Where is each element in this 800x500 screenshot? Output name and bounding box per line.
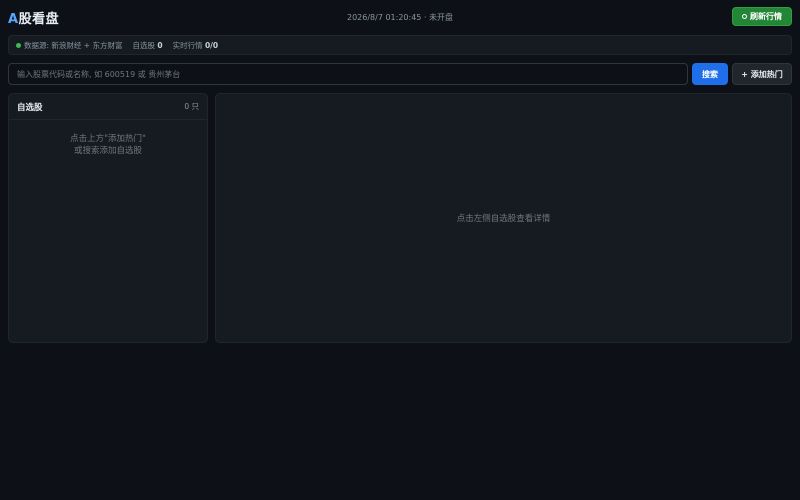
stock-detail-panel: 点击左侧自选股查看详情: [215, 93, 792, 343]
watchlist-panel: 自选股 0 只 点击上方"添加热门" 或搜索添加自选股: [8, 93, 208, 343]
status-bar: 数据源: 新浪财经 + 东方财富 自选股 0 实时行情 0/0: [8, 35, 792, 55]
detail-empty-hint: 点击左侧自选股查看详情: [456, 214, 551, 224]
realtime-label: 实时行情: [172, 40, 203, 50]
app-header: A股看盘 2026/8/7 01:20:45 · 未开盘 刷新行情: [0, 0, 800, 34]
watchlist-empty-line-2: 或搜索添加自选股: [73, 146, 142, 156]
search-row: 搜索 + 添加热门: [8, 63, 792, 85]
refresh-quotes-button[interactable]: 刷新行情: [732, 7, 792, 26]
watchlist-empty-state: 点击上方"添加热门" 或搜索添加自选股: [9, 133, 207, 157]
refresh-button-label: 刷新行情: [750, 12, 782, 21]
data-source-status: 数据源: 新浪财经 + 东方财富: [16, 40, 122, 51]
realtime-status: 实时行情 0/0: [173, 40, 219, 51]
watchlist-header: 自选股 0 只: [9, 94, 207, 120]
data-source-label: 数据源: 新浪财经 + 东方财富: [24, 40, 123, 50]
stock-search-input[interactable]: [8, 63, 688, 85]
status-dot-icon: [16, 43, 21, 48]
watchlist-empty-line-1: 点击上方"添加热门": [70, 134, 146, 144]
realtime-count-value: 0/0: [204, 40, 219, 50]
watchlist-count: 0 只: [184, 102, 199, 111]
watchlist-title: 自选股: [17, 102, 43, 113]
add-hot-button[interactable]: + 添加热门: [732, 63, 792, 85]
market-clock: 2026/8/7 01:20:45 · 未开盘: [346, 13, 454, 22]
search-button[interactable]: 搜索: [692, 63, 728, 85]
watch-count-value: 0: [157, 40, 163, 50]
watch-count-label: 自选股: [132, 40, 155, 50]
watch-count-status: 自选股 0: [132, 40, 162, 51]
refresh-icon: [742, 14, 747, 19]
